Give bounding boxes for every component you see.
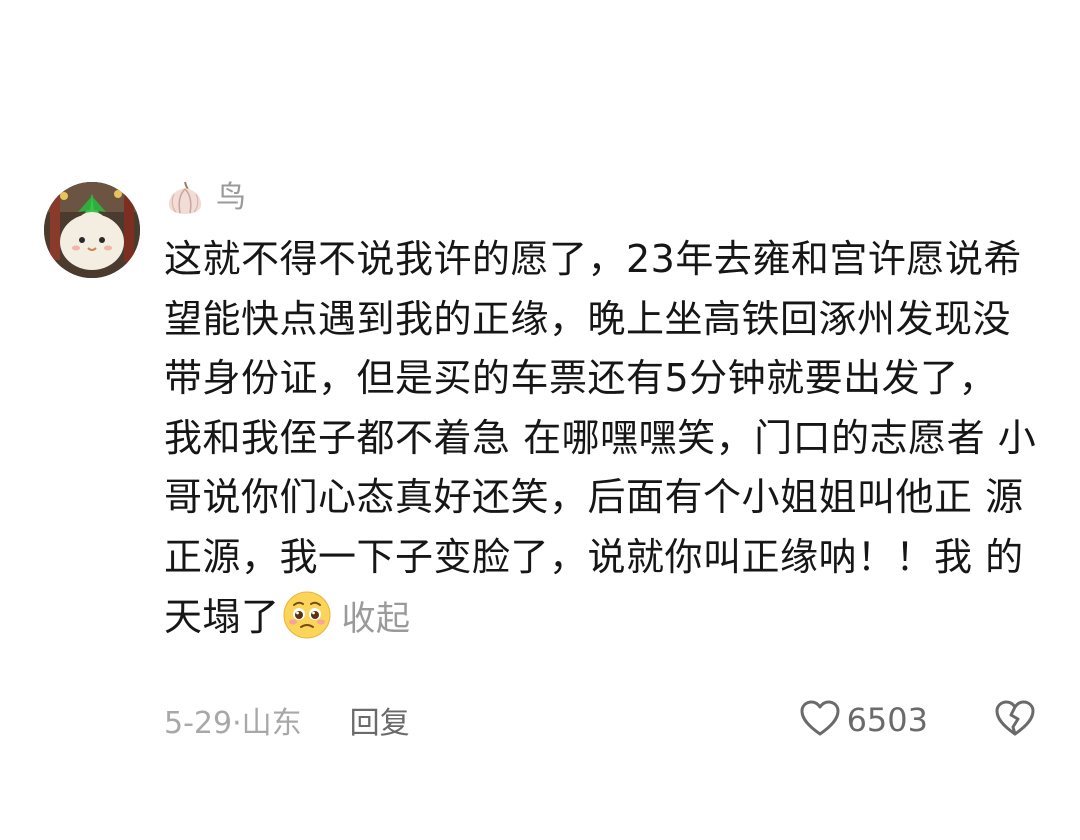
garlic-icon [164,180,206,216]
user-row: 鸟 [164,178,1044,218]
comment-meta: 5-29·山东 回复 6503 [164,698,1044,742]
like-button[interactable]: 6503 [799,698,928,742]
garlic-character-avatar-icon [44,182,140,278]
comment-body: 鸟 这就不得不说我许的愿了，23年去雍和宫许愿说希 望能快点遇到我的正缘，晚上坐… [164,178,1044,741]
content-line-3: 带身份证，但是买的车票还有5分钟就要出发了， [164,356,998,401]
dislike-button[interactable] [994,698,1036,742]
collapse-button[interactable]: 收起 [342,599,411,639]
pleading-face-emoji-icon [282,590,332,640]
content-line-2: 望能快点遇到我的正缘，晚上坐高铁回涿州发现没 [164,296,1012,341]
avatar[interactable] [44,182,140,278]
like-count: 6503 [846,701,928,739]
date-location: 5-29·山东 [164,706,302,741]
reply-button[interactable]: 回复 [350,698,410,742]
broken-heart-icon [994,699,1036,741]
heart-outline-icon [799,699,841,741]
comment-content: 这就不得不说我许的愿了，23年去雍和宫许愿说希 望能快点遇到我的正缘，晚上坐高铁… [164,230,1042,649]
username[interactable]: 鸟 [216,178,246,218]
content-line-4: 我和我侄子都不着急 在哪嘿嘿笑，门口的志愿者 [164,415,986,460]
content-line-1: 这就不得不说我许的愿了，23年去雍和宫许愿说希 [164,237,1022,281]
